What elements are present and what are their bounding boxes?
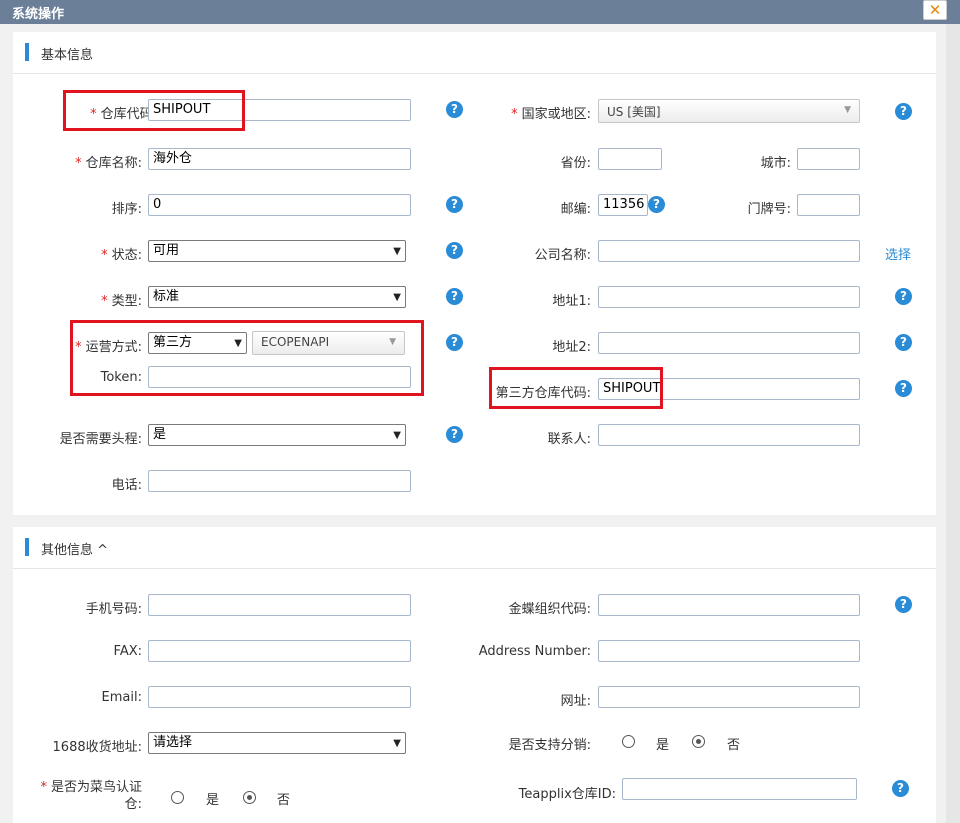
help-icon[interactable]: ? [895,103,912,120]
first-leg-label: 是否需要头程: [59,432,142,447]
phone-label: 电话: [111,478,142,493]
help-icon[interactable]: ? [892,780,909,797]
province-label: 省份: [560,156,591,171]
other-info-panel: 其他信息 ^ 手机号码: 金蝶组织代码: ? FAX: Address Numb… [13,527,936,823]
section-header-basic: 基本信息 [13,32,936,74]
highlight-box [70,320,424,396]
cainiao-label: * 是否为菜鸟认证 仓: [40,780,142,812]
help-icon[interactable]: ? [446,242,463,259]
distribution-yes-radio[interactable] [622,735,635,748]
dialog-title: 系统操作 [12,7,65,22]
phone-input[interactable] [148,470,411,492]
status-select[interactable]: 可用 ▼ [148,240,406,262]
distribution-label: 是否支持分销: [508,738,591,753]
help-icon[interactable]: ? [648,196,665,213]
status-label: * 状态: [101,248,142,263]
help-icon[interactable]: ? [446,196,463,213]
background-strip [946,24,960,823]
addr1688-select[interactable]: 请选择 ▼ [148,732,406,754]
distribution-no-radio[interactable] [692,735,705,748]
section-title-basic: 基本信息 [41,48,94,63]
type-label: * 类型: [101,294,142,309]
warehouse-name-label: * 仓库名称: [75,156,142,171]
cainiao-no-radio[interactable] [243,791,256,804]
address1-label: 地址1: [552,294,591,309]
address2-label: 地址2: [552,340,591,355]
postcode-input[interactable]: 11356 [598,194,648,216]
fax-label: FAX: [113,644,142,659]
warehouse-name-input[interactable]: 海外仓 [148,148,411,170]
company-input[interactable] [598,240,860,262]
province-input[interactable] [598,148,662,170]
help-icon[interactable]: ? [446,334,463,351]
help-icon[interactable]: ? [895,288,912,305]
section-bar [25,538,29,556]
select-company-link[interactable]: 选择 [885,244,911,263]
country-label: * 国家或地区: [511,107,591,122]
cainiao-no-label: 否 [277,793,291,808]
distribution-no-label: 否 [727,738,741,753]
chevron-down-icon: ▼ [844,105,851,115]
cainiao-yes-label: 是 [206,793,220,808]
address-number-input[interactable] [598,640,860,662]
website-label: 网址: [560,694,591,709]
contact-label: 联系人: [547,432,591,447]
kingdee-input[interactable] [598,594,860,616]
teapplix-label: Teapplix仓库ID: [518,787,616,802]
company-label: 公司名称: [534,248,591,263]
distribution-yes-label: 是 [656,738,670,753]
cainiao-yes-radio[interactable] [171,791,184,804]
house-no-label: 门牌号: [747,202,791,217]
sort-input[interactable]: 0 [148,194,411,216]
house-no-input[interactable] [797,194,860,216]
help-icon[interactable]: ? [446,288,463,305]
section-title-other: 其他信息 ^ [41,543,109,558]
postcode-label: 邮编: [560,202,591,217]
teapplix-input[interactable] [622,778,857,800]
chevron-down-icon: ▼ [393,292,401,303]
help-icon[interactable]: ? [446,101,463,118]
basic-info-panel: 基本信息 * 仓库代码: SHIPOUT ? * 国家或地区: US [美国] ▼ ?… [13,32,936,515]
highlight-box [63,90,245,131]
chevron-down-icon: ▼ [393,430,401,441]
mobile-input[interactable] [148,594,411,616]
help-icon[interactable]: ? [895,334,912,351]
address-number-label: Address Number: [478,644,591,659]
help-icon[interactable]: ? [446,426,463,443]
mobile-label: 手机号码: [85,602,142,617]
address2-input[interactable] [598,332,860,354]
chevron-down-icon: ▼ [393,246,401,257]
country-select[interactable]: US [美国] ▼ [598,99,860,123]
section-bar [25,43,29,61]
sort-label: 排序: [111,202,142,217]
city-input[interactable] [797,148,860,170]
highlight-box [489,367,663,409]
type-select[interactable]: 标准 ▼ [148,286,406,308]
city-label: 城市: [760,156,791,171]
chevron-down-icon: ▼ [393,738,401,749]
first-leg-select[interactable]: 是 ▼ [148,424,406,446]
help-icon[interactable]: ? [895,596,912,613]
kingdee-label: 金蝶组织代码: [508,602,591,617]
contact-input[interactable] [598,424,860,446]
dialog-titlebar: 系统操作 [0,0,960,24]
website-input[interactable] [598,686,860,708]
addr1688-label: 1688收货地址: [52,740,142,755]
section-header-other[interactable]: 其他信息 ^ [13,527,936,569]
fax-input[interactable] [148,640,411,662]
address1-input[interactable] [598,286,860,308]
email-input[interactable] [148,686,411,708]
email-label: Email: [101,690,142,705]
close-icon[interactable]: ✕ [923,0,947,20]
help-icon[interactable]: ? [895,380,912,397]
